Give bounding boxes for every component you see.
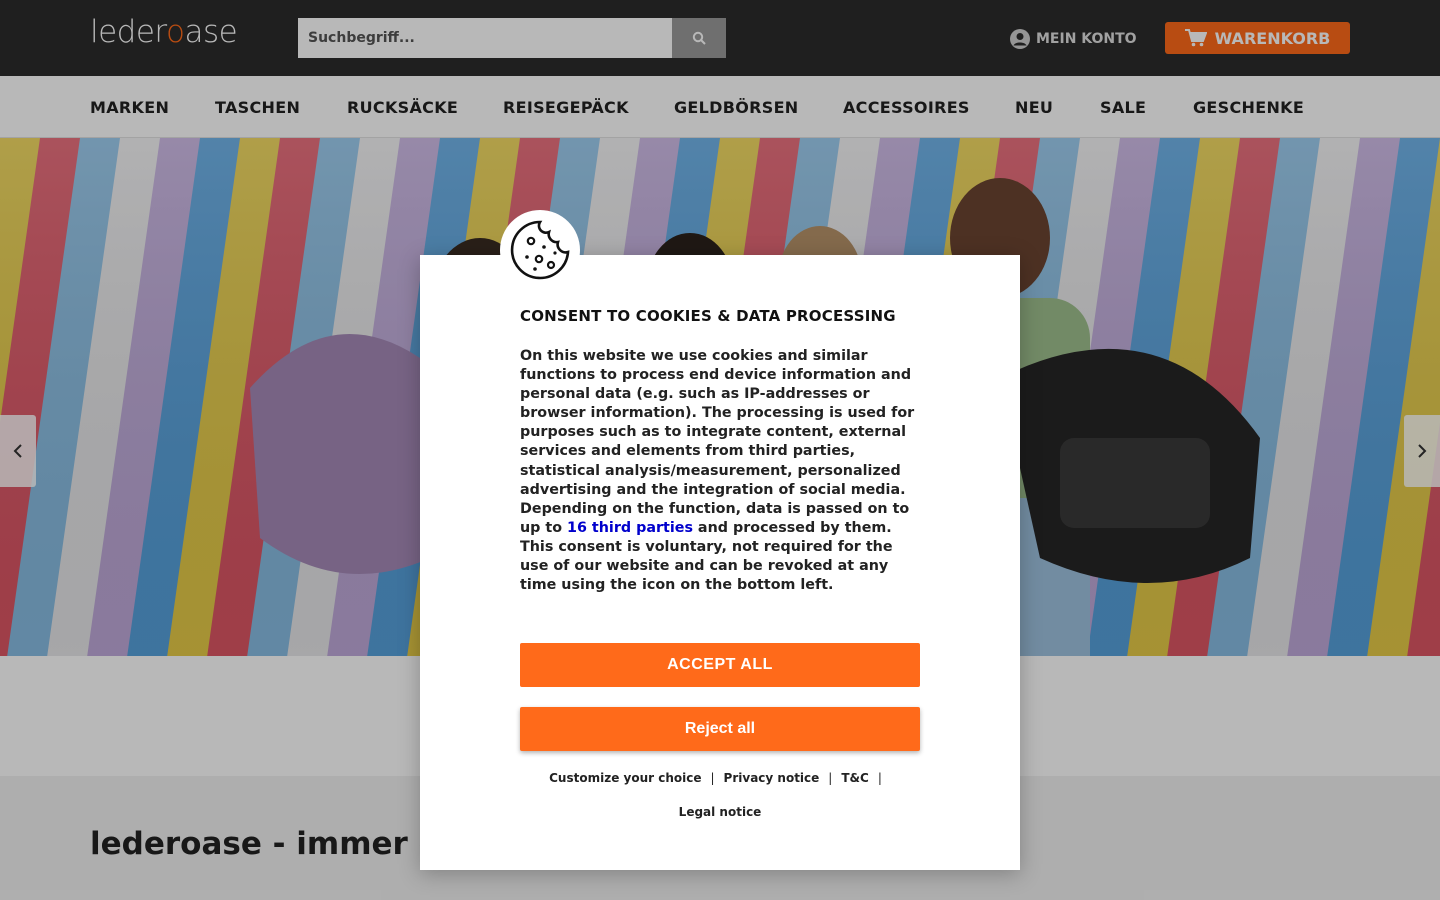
consent-text: On this website we use cookies and simil… (520, 348, 915, 594)
customize-choice-link[interactable]: Customize your choice (549, 771, 701, 785)
third-parties-link[interactable]: 16 third parties (567, 520, 693, 536)
tc-link[interactable]: T&C (841, 771, 868, 785)
cookie-consent-dialog: CONSENT TO COOKIES & DATA PROCESSING On … (420, 255, 1020, 870)
accept-all-button[interactable]: ACCEPT ALL (520, 643, 920, 687)
consent-title: CONSENT TO COOKIES & DATA PROCESSING (520, 307, 896, 325)
legal-notice-link[interactable]: Legal notice (679, 805, 762, 819)
reject-all-button[interactable]: Reject all (520, 707, 920, 751)
consent-links: Customize your choice | Privacy notice | T&C… (549, 771, 882, 819)
cookie-icon (510, 220, 570, 280)
privacy-notice-link[interactable]: Privacy notice (724, 771, 820, 785)
cookie-badge (500, 210, 580, 290)
